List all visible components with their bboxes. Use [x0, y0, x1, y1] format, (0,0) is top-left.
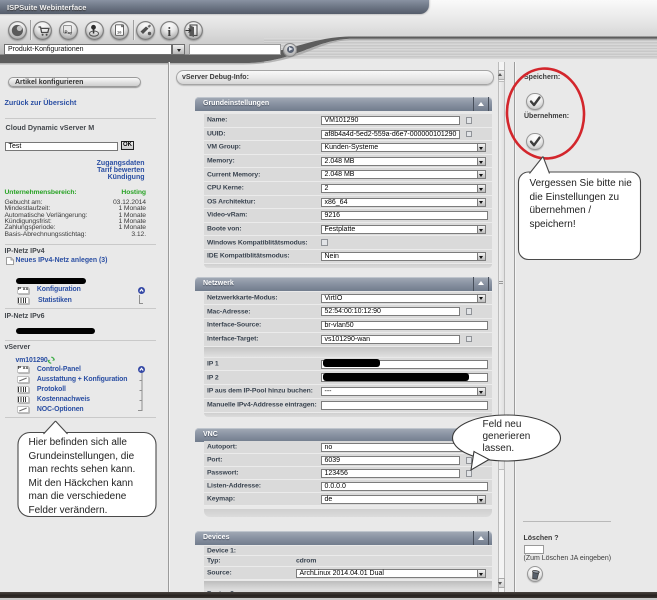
svg-text:i: i [168, 24, 172, 39]
svg-text:16: 16 [117, 30, 122, 35]
svg-text:ay: ay [68, 30, 73, 35]
